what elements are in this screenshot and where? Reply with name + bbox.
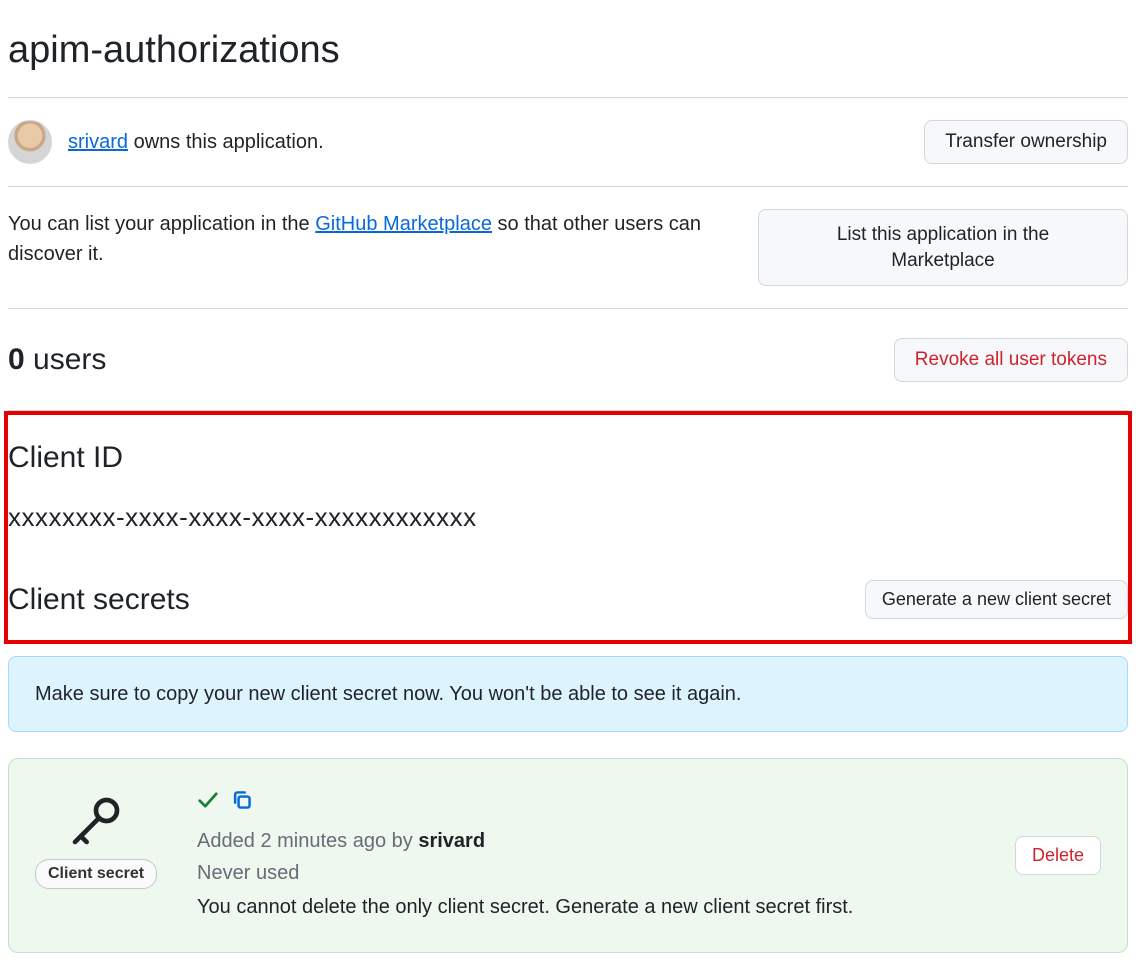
revoke-all-tokens-button[interactable]: Revoke all user tokens — [894, 338, 1128, 382]
owner-text: srivard owns this application. — [68, 127, 324, 157]
users-count-label: users — [25, 343, 107, 376]
marketplace-link[interactable]: GitHub Marketplace — [315, 213, 492, 235]
copy-secret-flash: Make sure to copy your new client secret… — [8, 656, 1128, 732]
users-count-number: 0 — [8, 343, 25, 376]
secret-added-by-user: srivard — [418, 830, 485, 852]
client-secrets-header: Client secrets Generate a new client sec… — [8, 577, 1128, 622]
marketplace-row: You can list your application in the Git… — [8, 187, 1128, 308]
secret-body: Added 2 minutes ago by srivard Never use… — [197, 789, 975, 922]
client-secrets-heading: Client secrets — [8, 577, 190, 622]
secret-right-column: Delete — [1015, 836, 1101, 875]
avatar[interactable] — [8, 120, 52, 164]
client-secret-badge: Client secret — [35, 859, 157, 889]
copy-icon[interactable] — [231, 789, 253, 820]
secret-usage-line: Never used — [197, 858, 975, 888]
marketplace-text: You can list your application in the Git… — [8, 209, 738, 269]
owner-owns-text: owns this application. — [128, 131, 324, 153]
secret-added-prefix: Added — [197, 830, 260, 852]
secret-left-column: Client secret — [35, 789, 157, 889]
owner-username-link[interactable]: srivard — [68, 131, 128, 153]
list-in-marketplace-button[interactable]: List this application in the Marketplace — [758, 209, 1128, 286]
owner-info: srivard owns this application. — [8, 120, 324, 164]
delete-secret-button[interactable]: Delete — [1015, 836, 1101, 875]
page-title: apim-authorizations — [8, 22, 1128, 79]
generate-new-client-secret-button[interactable]: Generate a new client secret — [865, 580, 1128, 619]
client-id-value: xxxxxxxx-xxxx-xxxx-xxxx-xxxxxxxxxxxx — [8, 498, 1128, 537]
owner-row: srivard owns this application. Transfer … — [8, 98, 1128, 186]
users-count: 0 users — [8, 337, 106, 382]
client-secret-card: Client secret Added 2 minutes ago by sri… — [8, 758, 1128, 953]
highlight-annotation: Client ID xxxxxxxx-xxxx-xxxx-xxxx-xxxxxx… — [4, 411, 1132, 644]
secret-icons-row — [197, 789, 975, 820]
secret-added-time: 2 minutes ago — [260, 830, 386, 852]
client-id-heading: Client ID — [8, 435, 1128, 480]
users-row: 0 users Revoke all user tokens — [8, 309, 1128, 410]
secret-added-line: Added 2 minutes ago by srivard — [197, 826, 975, 856]
secret-cannot-delete-line: You cannot delete the only client secret… — [197, 892, 975, 922]
transfer-ownership-button[interactable]: Transfer ownership — [924, 120, 1128, 164]
key-icon — [66, 797, 126, 845]
marketplace-text-before: You can list your application in the — [8, 213, 315, 235]
secret-added-by-word: by — [386, 830, 418, 852]
check-icon — [197, 789, 219, 820]
